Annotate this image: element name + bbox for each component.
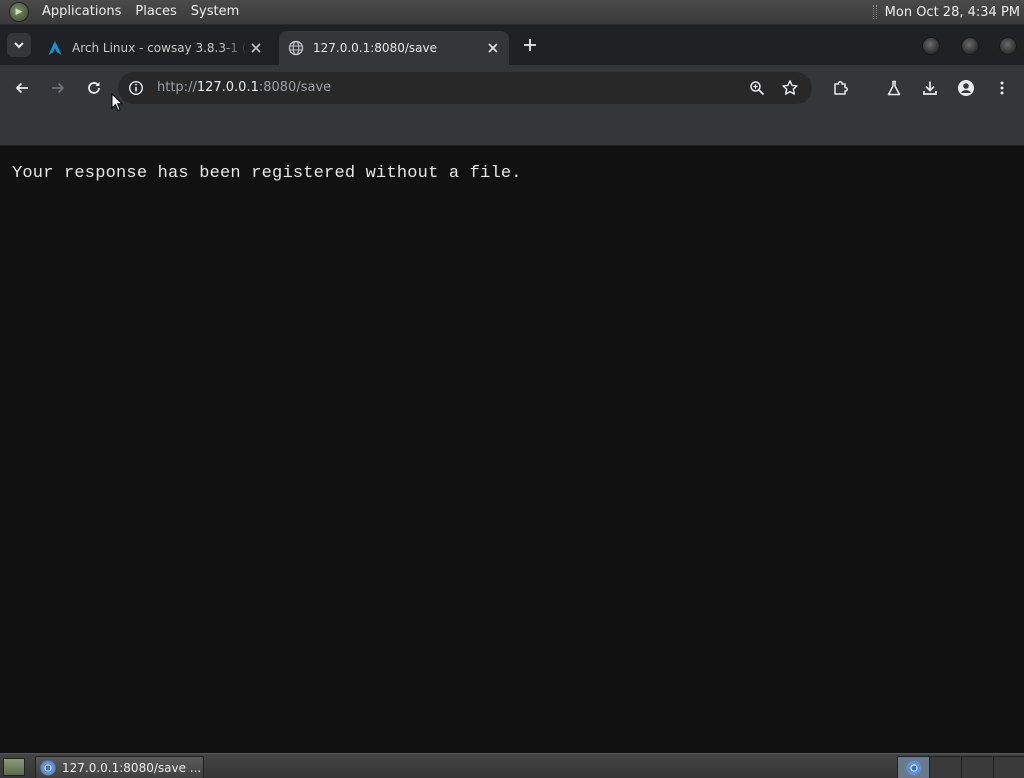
page-content: Your response has been registered withou… — [0, 146, 1024, 753]
tab-title: 127.0.0.1:8080/save — [313, 41, 437, 55]
arrow-left-icon — [15, 82, 28, 94]
close-window-button[interactable] — [999, 37, 1017, 55]
reload-icon — [88, 82, 100, 94]
chrome-icon — [906, 760, 921, 775]
tray-separator — [872, 5, 877, 19]
workspace-4[interactable] — [993, 756, 1024, 778]
arch-linux-icon — [48, 41, 62, 55]
tab-search-button[interactable] — [7, 33, 31, 57]
tab-strip: Arch Linux - cowsay 3.8.3-1 (any) 127.0.… — [0, 25, 1024, 65]
chevron-down-icon — [14, 42, 24, 49]
taskbar-window-label: 127.0.0.1:8080/save ... — [62, 760, 202, 775]
bookmark-star-icon[interactable] — [781, 79, 799, 97]
avatar-icon — [958, 80, 974, 96]
labs-button[interactable] — [882, 76, 906, 100]
chrome-icon — [40, 760, 56, 775]
screen: ▶ Applications Places System Mon Oct 28,… — [0, 0, 1024, 778]
desktop-top-panel: ▶ Applications Places System Mon Oct 28,… — [0, 0, 1024, 25]
tab-save[interactable]: 127.0.0.1:8080/save — [279, 31, 509, 65]
new-tab-button[interactable] — [520, 35, 540, 55]
flask-icon — [887, 80, 901, 96]
plus-icon — [524, 39, 536, 51]
url-scheme: http:// — [157, 80, 197, 95]
minimize-button[interactable] — [922, 37, 940, 55]
workspace-2[interactable] — [929, 756, 962, 778]
forward-button[interactable] — [46, 76, 70, 100]
maximize-button[interactable] — [961, 37, 979, 55]
menu-button[interactable] — [990, 76, 1014, 100]
more-vertical-icon — [1000, 81, 1004, 95]
show-desktop-icon[interactable] — [3, 758, 25, 776]
workspace-1[interactable] — [897, 756, 930, 778]
url-text[interactable]: http://127.0.0.1:8080/save — [157, 72, 331, 104]
close-tab-icon[interactable] — [248, 40, 264, 56]
downloads-button[interactable] — [918, 76, 942, 100]
tab-title: Arch Linux - cowsay 3.8.3-1 (any) — [72, 41, 248, 55]
url-path: :8080/save — [258, 80, 332, 95]
url-host: 127.0.0.1 — [196, 80, 259, 95]
applications-menu[interactable]: Applications — [35, 0, 128, 24]
mouse-cursor-icon — [111, 93, 123, 112]
info-icon[interactable] — [128, 80, 144, 96]
download-icon — [923, 81, 937, 95]
browser-toolbar: http://127.0.0.1:8080/save — [0, 65, 1024, 111]
extensions-button[interactable] — [829, 76, 853, 100]
reload-button[interactable] — [82, 76, 106, 100]
close-tab-icon[interactable] — [485, 40, 501, 56]
zoom-icon[interactable] — [749, 80, 765, 96]
bookmarks-bar — [0, 111, 1024, 146]
tab-arch-linux[interactable]: Arch Linux - cowsay 3.8.3-1 (any) — [38, 31, 272, 65]
globe-icon — [288, 40, 304, 56]
workspace-3[interactable] — [961, 756, 994, 778]
response-message: Your response has been registered withou… — [12, 164, 522, 183]
address-bar[interactable]: http://127.0.0.1:8080/save — [118, 72, 812, 104]
clock[interactable]: Mon Oct 28, 4:34 PM — [885, 5, 1020, 20]
distro-logo-icon[interactable]: ▶ — [9, 2, 29, 22]
places-menu[interactable]: Places — [128, 0, 183, 24]
taskbar-window-button[interactable]: 127.0.0.1:8080/save ... — [35, 756, 204, 778]
system-menu[interactable]: System — [184, 0, 246, 24]
bottom-taskbar: 127.0.0.1:8080/save ... — [0, 753, 1024, 778]
puzzle-piece-icon — [834, 81, 848, 95]
back-button[interactable] — [10, 76, 34, 100]
profile-button[interactable] — [954, 76, 978, 100]
arrow-right-icon — [52, 82, 65, 94]
